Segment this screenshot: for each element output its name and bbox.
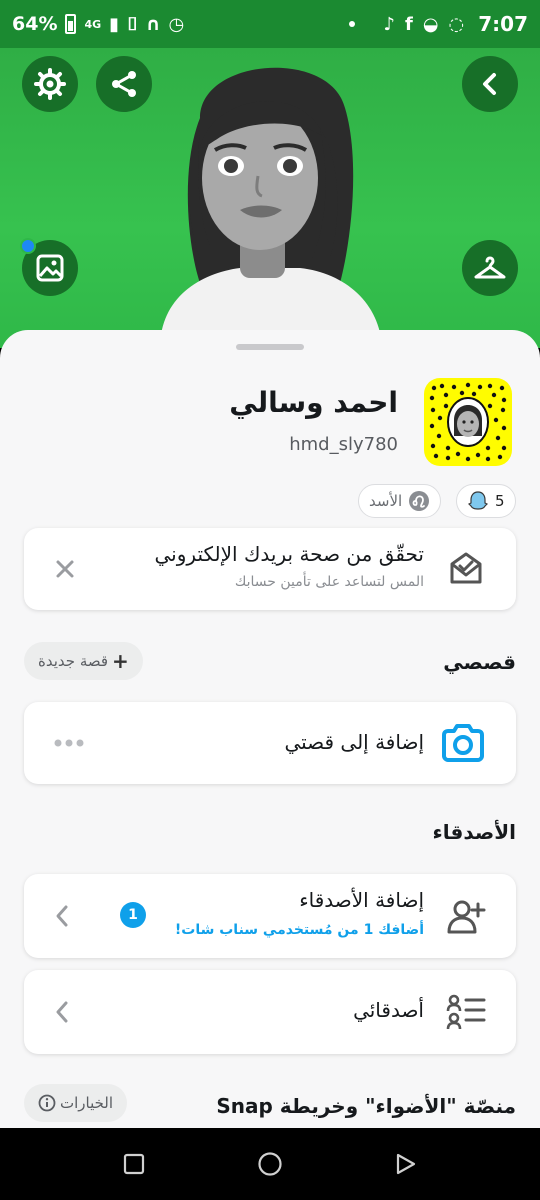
chevron-left-icon	[56, 905, 68, 927]
new-badge-dot	[20, 238, 36, 254]
share-button[interactable]	[96, 56, 152, 112]
clock: 7:07	[478, 12, 528, 36]
add-friend-icon	[447, 900, 486, 934]
spotlight-section-title: منصّة "الأضواء" وخريطة Snap	[216, 1094, 516, 1118]
new-story-label: قصة جديدة	[38, 652, 109, 670]
battery-percent: 64%	[12, 13, 58, 35]
settings-button[interactable]	[22, 56, 78, 112]
back-button[interactable]	[462, 56, 518, 112]
messenger-icon: ◒	[422, 13, 439, 35]
ghost-icon	[467, 491, 489, 510]
back-nav-button[interactable]	[386, 1146, 426, 1182]
hanger-icon	[474, 256, 506, 279]
recents-button[interactable]	[114, 1146, 154, 1182]
tiktok-icon: ♪	[383, 13, 395, 35]
chevron-left-icon	[56, 1001, 68, 1023]
add-friends-count-badge: 1	[120, 902, 146, 928]
add-friends-title: إضافة الأصدقاء	[299, 888, 424, 912]
verify-email-title: تحقّق من صحة بريدك الإلكتروني	[154, 542, 424, 566]
snapscore-value: 5	[495, 492, 505, 510]
zodiac-chip[interactable]: الأسد	[358, 484, 442, 518]
photo-icon	[36, 254, 64, 282]
more-options-icon[interactable]	[54, 738, 84, 748]
home-icon	[258, 1152, 282, 1176]
snapcode-pattern	[429, 382, 507, 462]
my-friends-title: أصدقائي	[353, 998, 424, 1022]
snapcode[interactable]	[424, 378, 512, 466]
headset-icon: ∩	[145, 13, 161, 35]
new-story-button[interactable]: + قصة جديدة	[24, 642, 143, 680]
zodiac-label: الأسد	[369, 492, 403, 510]
back-triangle-icon	[396, 1153, 416, 1175]
facebook-icon: f	[404, 13, 413, 35]
back-icon	[483, 73, 496, 95]
snapscore-chip[interactable]: 5	[456, 484, 516, 518]
bitmoji-avatar	[160, 67, 382, 348]
network-type: 4G	[84, 17, 102, 31]
friends-list-icon	[446, 994, 486, 1030]
vibrate-icon: ⌷	[127, 13, 138, 35]
dismiss-close-icon[interactable]	[54, 558, 76, 580]
username: hmd_sly780	[289, 434, 398, 455]
verify-email-card[interactable]: تحقّق من صحة بريدك الإلكتروني المس لتساع…	[24, 528, 516, 610]
home-button[interactable]	[250, 1146, 290, 1182]
my-friends-card[interactable]: أصدقائي	[24, 970, 516, 1054]
system-nav-bar	[0, 1128, 540, 1200]
status-bar: 64% 4G ▮ ⌷ ∩ ◷ ♪ f ◒ ◌ 7:07	[0, 0, 540, 48]
sheet-grabber[interactable]	[236, 344, 304, 350]
whatsapp-icon: ◌	[448, 13, 465, 35]
add-to-story-card[interactable]: إضافة إلى قصتي	[24, 702, 516, 784]
email-check-icon	[450, 552, 482, 584]
add-friends-card[interactable]: إضافة الأصدقاء أضافك 1 من مُستخدمي سناب …	[24, 874, 516, 958]
friends-section-title: الأصدقاء	[432, 820, 516, 844]
signal-icon: ▮	[109, 13, 120, 35]
profile-header	[0, 48, 540, 348]
outfit-button[interactable]	[462, 240, 518, 296]
settings-icon	[34, 68, 66, 100]
notification-dot	[349, 21, 356, 27]
stories-section-title: قصصي	[443, 650, 516, 674]
options-label: الخيارات	[60, 1094, 114, 1112]
info-icon	[38, 1094, 56, 1112]
add-friends-subtitle: أضافك 1 من مُستخدمي سناب شات!	[174, 922, 424, 938]
battery-icon	[65, 14, 77, 34]
leo-icon	[409, 491, 430, 511]
share-icon	[112, 71, 136, 97]
plus-icon: +	[112, 649, 129, 673]
spotlight-options-button[interactable]: الخيارات	[24, 1084, 128, 1122]
verify-email-subtitle: المس لتساعد على تأمين حسابك	[234, 574, 424, 590]
alarm-icon: ◷	[168, 13, 185, 35]
display-name: احمد وسالي	[229, 386, 398, 419]
bitmoji-photo-button[interactable]	[20, 238, 78, 296]
add-to-story-label: إضافة إلى قصتي	[284, 730, 424, 754]
profile-sheet: احمد وسالي hmd_sly780 5 الأسد تحقّق من ص…	[0, 330, 540, 1128]
camera-icon	[442, 724, 484, 762]
recents-icon	[123, 1153, 145, 1175]
